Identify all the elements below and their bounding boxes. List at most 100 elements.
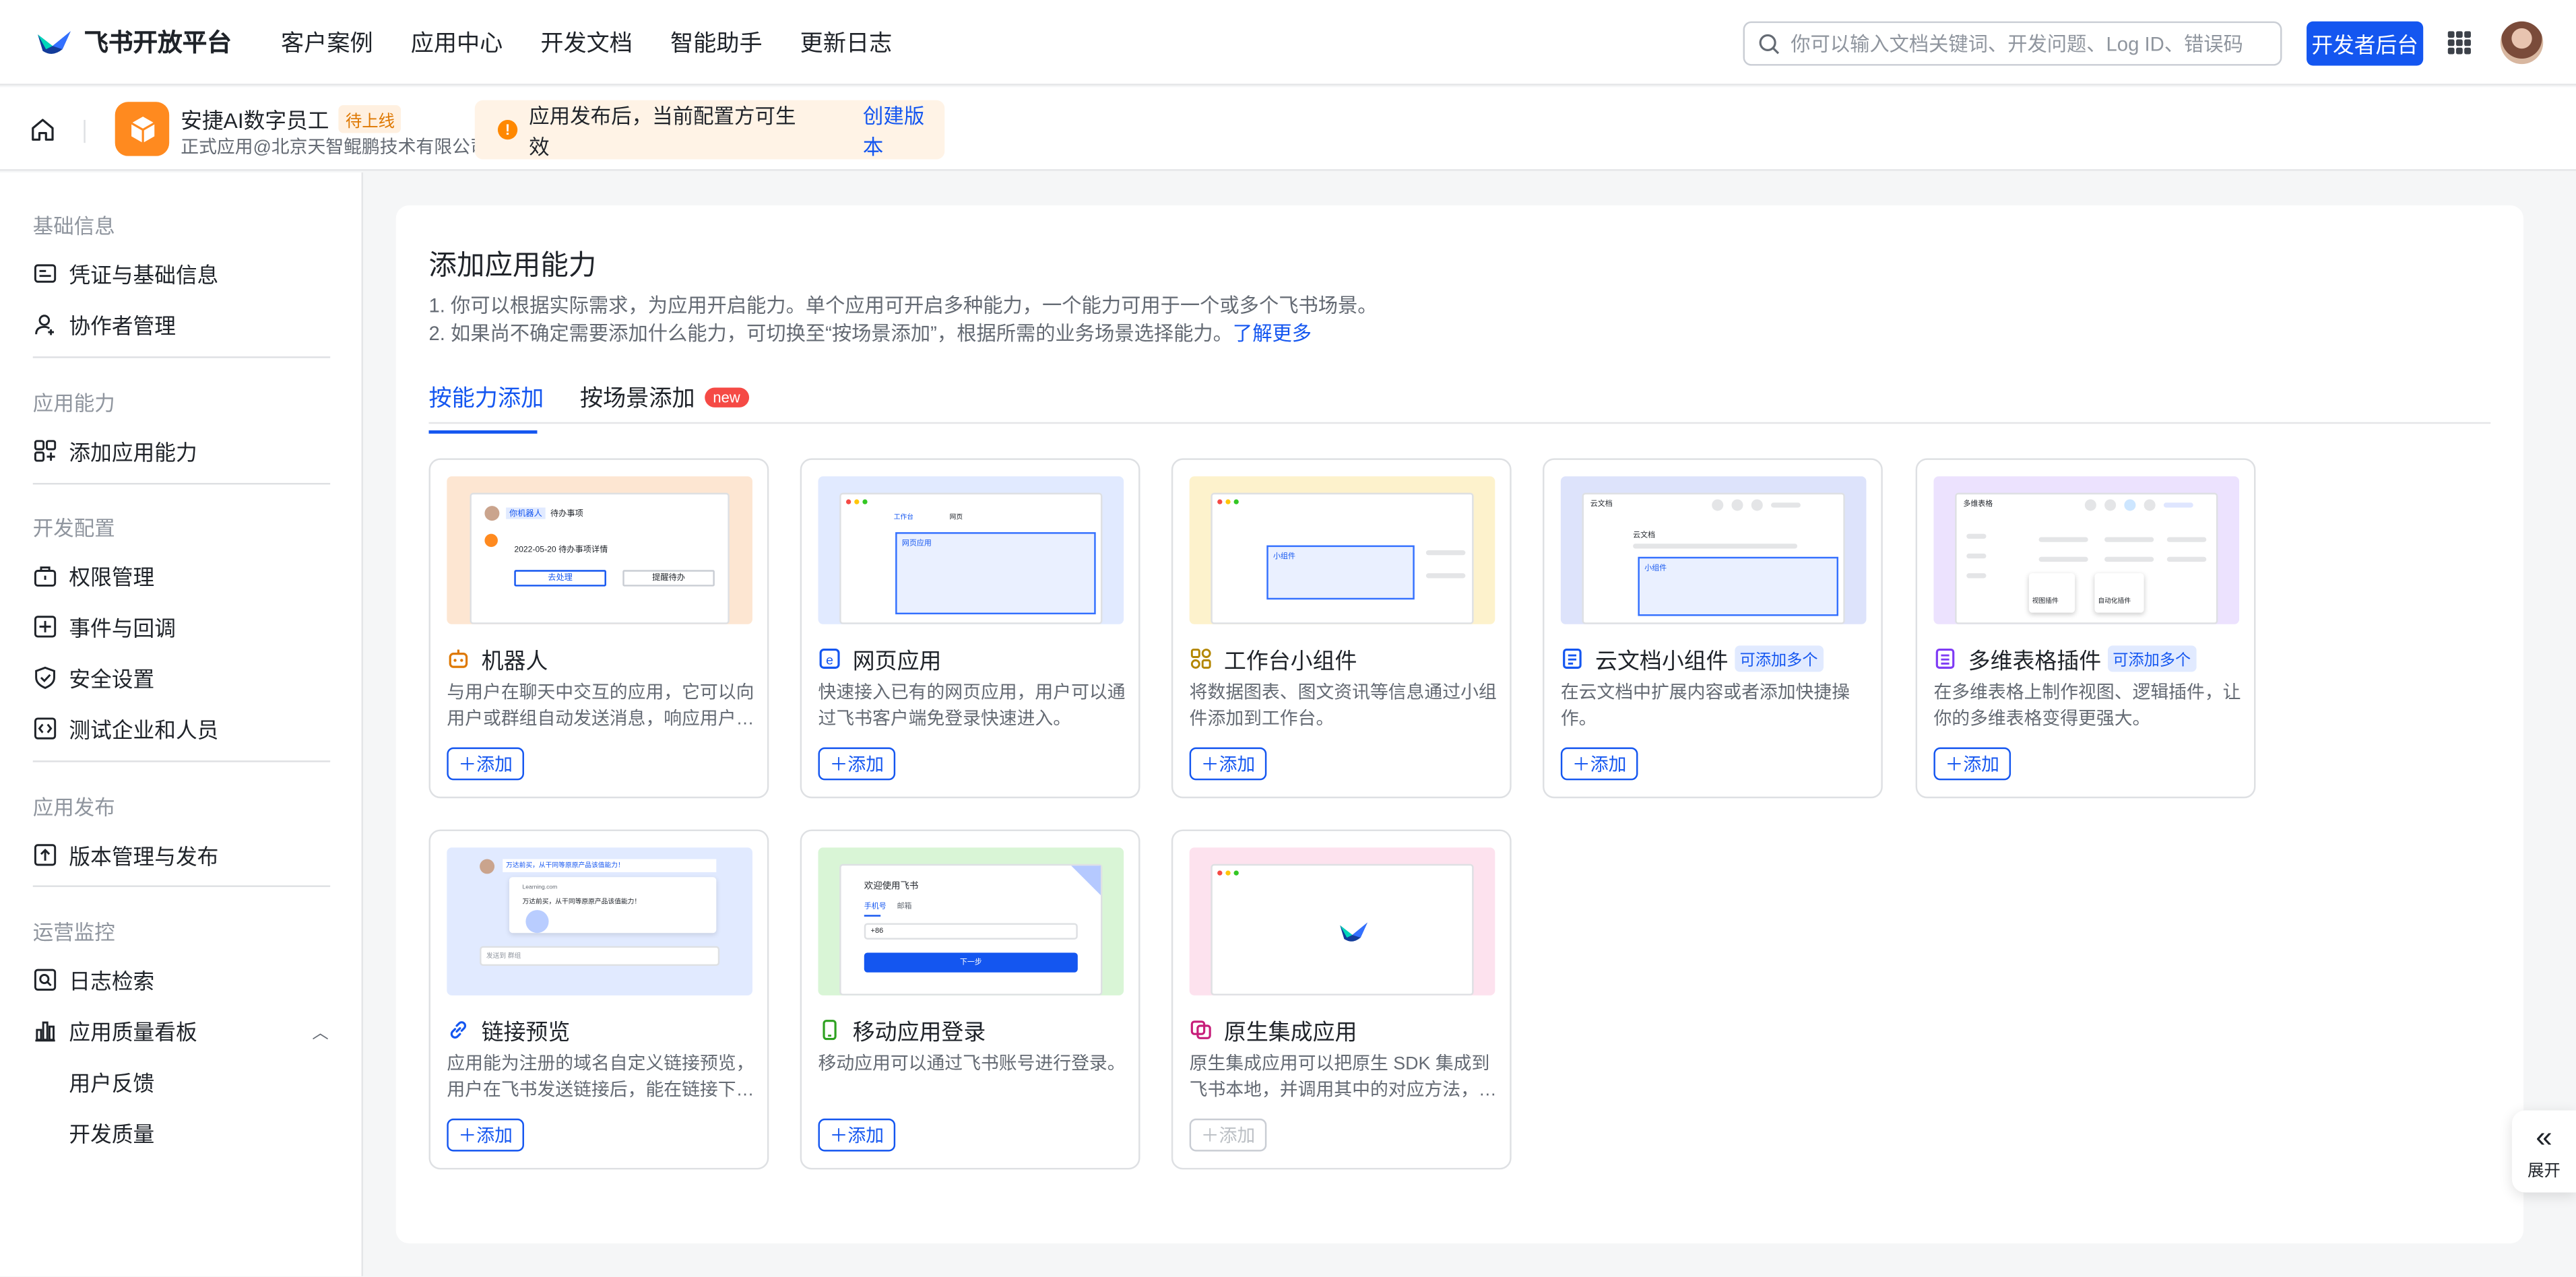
- sidebar-group-release: 应用发布: [32, 796, 115, 820]
- add-bitable-plugin-button[interactable]: ＋添加: [1933, 747, 2011, 781]
- tab-divider: [428, 422, 2491, 424]
- search-icon: [1759, 33, 1780, 54]
- sidebar-item-label: 版本管理与发布: [69, 844, 219, 870]
- preview-text: 网页应用: [901, 538, 932, 548]
- preview-window: 你机器人 待办事项 2022-05-20 待办事项详情 去处理 提醒待办: [470, 492, 730, 624]
- search-box[interactable]: [1743, 21, 2282, 66]
- nav-assistant[interactable]: 智能助手: [670, 26, 763, 59]
- card-title: 多维表格插件 可添加多个: [1933, 643, 2196, 676]
- card-description: 快速接入已有的网页应用，用户可以通过飞书客户端免登录快速进入。: [818, 683, 1126, 729]
- add-ability-icon: [34, 440, 57, 462]
- sidebar-item-security[interactable]: 安全设置: [33, 662, 154, 693]
- nav-app-center[interactable]: 应用中心: [411, 26, 503, 59]
- doc-widget-icon: [1561, 647, 1584, 670]
- add-widget-button[interactable]: ＋添加: [1189, 747, 1267, 781]
- card-title: 移动应用登录: [818, 1014, 986, 1047]
- feishu-logo-icon: [1340, 922, 1367, 942]
- card-description: 在云文档中扩展内容或者添加快捷操作。: [1560, 683, 1850, 729]
- nav-customer-cases[interactable]: 客户案例: [281, 26, 373, 59]
- link-preview-image: 万达前买，从干同等原原产品该值能力！ Learning.com 万达前买，从干同…: [447, 847, 752, 995]
- preview-window: [1211, 863, 1474, 995]
- card-title-text: 原生集成应用: [1223, 1020, 1357, 1045]
- card-title: 原生集成应用: [1190, 1014, 1357, 1047]
- doc-widget-preview-image: 云文档 云文档 小组件: [1560, 476, 1867, 624]
- brand-name: 飞书开放平台: [84, 29, 232, 58]
- sidebar-item-permissions[interactable]: 权限管理: [33, 560, 154, 591]
- add-mobile-login-button[interactable]: ＋添加: [818, 1118, 896, 1152]
- tab-by-scene[interactable]: 按场景添加 new: [580, 381, 748, 424]
- main-nav: 客户案例 应用中心 开发文档 智能助手 更新日志: [281, 26, 930, 59]
- tabs: 按能力添加 按场景添加 new: [428, 381, 785, 434]
- nav-changelog[interactable]: 更新日志: [800, 26, 893, 59]
- developer-console-button[interactable]: 开发者后台: [2307, 21, 2424, 66]
- native-icon: [1190, 1018, 1213, 1041]
- sidebar-item-events[interactable]: 事件与回调: [33, 611, 176, 642]
- nav-dev-docs[interactable]: 开发文档: [540, 26, 633, 59]
- card-title: 机器人: [447, 643, 548, 676]
- preview-window: 欢迎使用飞书 手机号 邮箱 +86 下一步: [839, 863, 1103, 995]
- user-avatar[interactable]: [2500, 21, 2544, 65]
- sidebar-item-add-ability[interactable]: 添加应用能力: [33, 435, 197, 466]
- box-icon: [130, 115, 154, 142]
- sidebar-group-monitoring: 运营监控: [32, 921, 115, 945]
- status-badge: 待上线: [339, 105, 401, 133]
- card-description: 原生集成应用可以把原生 SDK 集成到飞书本地，并调用其中的对应方法，为用户提供…: [1189, 1054, 1497, 1101]
- sidebar-divider: [32, 760, 331, 762]
- brand-logo[interactable]: 飞书开放平台: [34, 25, 281, 59]
- preview-text: 提醒待办: [622, 570, 715, 587]
- add-doc-widget-button[interactable]: ＋添加: [1560, 747, 1638, 781]
- description-line-2: 2. 如果尚不确定需要添加什么能力，可切换至“按场景添加”，根据所需的业务场景选…: [429, 319, 1312, 346]
- preview-text: 下一步: [864, 952, 1078, 973]
- sidebar-divider: [32, 885, 331, 887]
- preview-text: 邮箱: [897, 901, 912, 911]
- sidebar-item-collaborators[interactable]: 协作者管理: [33, 308, 176, 339]
- warning-icon: !: [497, 120, 518, 140]
- plus-icon: ＋: [1572, 755, 1590, 776]
- add-label: 添加: [476, 755, 513, 776]
- bitable-icon: [1933, 647, 1956, 670]
- add-web-app-button[interactable]: ＋添加: [818, 747, 896, 781]
- chevron-up-icon[interactable]: ︿: [312, 1018, 328, 1043]
- add-robot-button[interactable]: ＋添加: [447, 747, 524, 781]
- preview-text: 工作台: [893, 512, 913, 521]
- tab-by-ability[interactable]: 按能力添加: [428, 381, 544, 434]
- expand-panel-button[interactable]: « 展开: [2511, 1110, 2576, 1193]
- home-icon[interactable]: [30, 117, 56, 143]
- sidebar-item-quality[interactable]: 应用质量看板: [33, 1015, 197, 1046]
- sidebar-item-log-search[interactable]: 日志检索: [33, 964, 154, 995]
- plus-icon: ＋: [458, 1127, 477, 1147]
- card-title: 工作台小组件: [1190, 643, 1357, 676]
- add-native-app-button[interactable]: ＋添加: [1189, 1118, 1267, 1152]
- create-version-link[interactable]: 创建版本: [863, 98, 944, 161]
- learn-more-link[interactable]: 了解更多: [1233, 322, 1312, 345]
- top-navigation: 飞书开放平台 客户案例 应用中心 开发文档 智能助手 更新日志 开发者后台: [0, 0, 2576, 86]
- preview-text: Learning.com: [522, 884, 558, 890]
- add-link-preview-button[interactable]: ＋添加: [447, 1118, 524, 1152]
- card-title: 链接预览: [447, 1014, 570, 1047]
- version-icon: [34, 844, 57, 866]
- widget-icon: [1190, 647, 1213, 670]
- search-input[interactable]: [1791, 32, 2251, 55]
- add-label: 添加: [847, 1127, 884, 1147]
- app-grid-icon[interactable]: [2447, 31, 2471, 55]
- card-title: 云文档小组件 可添加多个: [1561, 643, 1823, 676]
- double-chevron-left-icon: «: [2536, 1120, 2552, 1154]
- sidebar-item-credentials[interactable]: 凭证与基础信息: [33, 258, 219, 289]
- security-icon: [35, 666, 55, 689]
- credential-icon: [34, 264, 57, 283]
- sidebar-subitem-feedback[interactable]: 用户反馈: [69, 1066, 154, 1097]
- add-label: 添加: [476, 1127, 513, 1147]
- multiple-badge: 可添加多个: [2107, 645, 2196, 672]
- preview-text: 视图插件: [2032, 596, 2059, 605]
- web-app-preview-image: 工作台 网页 网页应用: [818, 476, 1124, 624]
- ability-card-web-app: 工作台 网页 网页应用 e 网页应用 快速接入已有的网页应用，用户可以通过飞书客…: [800, 458, 1140, 799]
- sidebar-item-test-users[interactable]: 测试企业和人员: [33, 713, 219, 744]
- sidebar-subitem-dev-quality[interactable]: 开发质量: [69, 1117, 154, 1148]
- preview-window: 小组件: [1211, 492, 1474, 624]
- sidebar-group-dev-config: 开发配置: [32, 517, 115, 541]
- sidebar-item-versions[interactable]: 版本管理与发布: [33, 839, 219, 870]
- sidebar-item-label: 应用质量看板: [69, 1020, 197, 1045]
- card-description: 应用能为注册的域名自定义链接预览，用户在飞书发送链接后，能在链接下方展示预览内容…: [447, 1054, 754, 1101]
- add-label: 添加: [1219, 1127, 1256, 1147]
- robot-icon: [447, 647, 470, 670]
